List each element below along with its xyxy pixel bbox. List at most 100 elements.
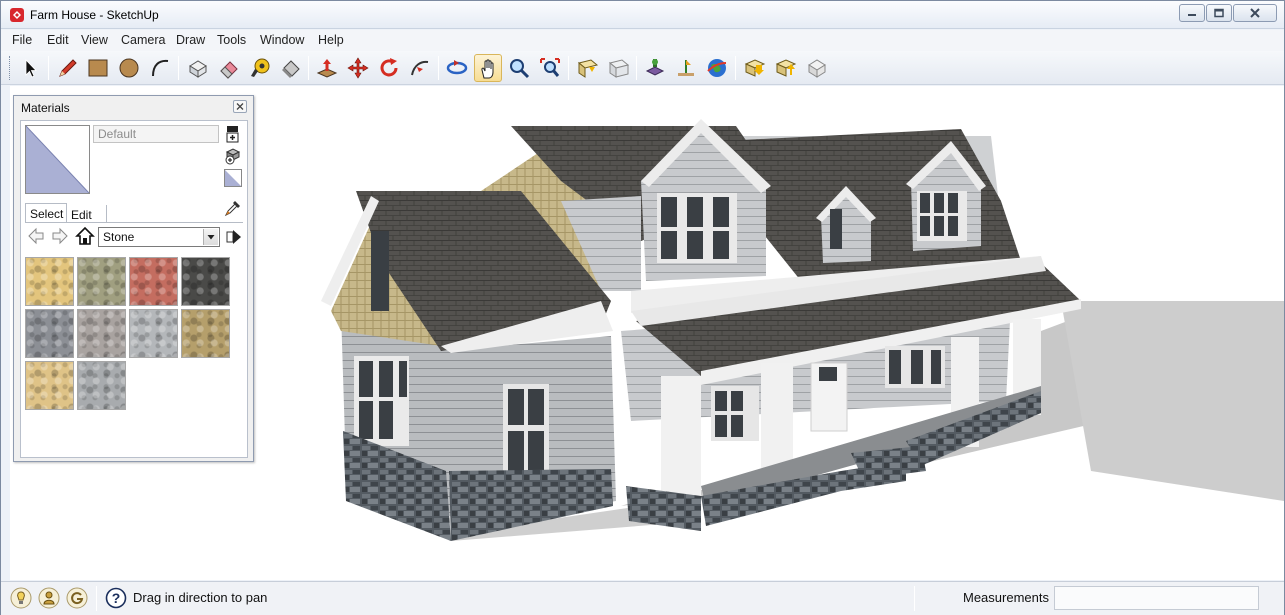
measurements-label: Measurements bbox=[963, 590, 1049, 605]
maximize-button[interactable] bbox=[1206, 4, 1232, 22]
pencil-tool-button[interactable] bbox=[53, 54, 81, 82]
material-swatch[interactable] bbox=[77, 361, 126, 410]
material-preview bbox=[25, 125, 90, 194]
add-location-button[interactable] bbox=[641, 54, 669, 82]
instructor-button[interactable]: ? bbox=[105, 587, 127, 609]
help-question-icon: ? bbox=[105, 587, 127, 609]
component-icon bbox=[189, 60, 207, 78]
zoom-tool-button[interactable] bbox=[505, 54, 533, 82]
paint-bucket-icon bbox=[282, 60, 300, 78]
terrain-icon bbox=[678, 60, 694, 76]
extension-warehouse-button[interactable] bbox=[803, 54, 831, 82]
menu-view[interactable]: View bbox=[81, 33, 108, 47]
materials-panel: Materials Select Edit bbox=[13, 95, 254, 462]
credits-button[interactable] bbox=[38, 587, 60, 609]
create-material-button[interactable] bbox=[225, 125, 245, 145]
main-toolbar bbox=[1, 51, 1284, 85]
menu-tools[interactable]: Tools bbox=[217, 33, 246, 47]
rotate-tool-button[interactable] bbox=[375, 54, 403, 82]
make-component-button[interactable] bbox=[184, 54, 212, 82]
in-model-button[interactable] bbox=[75, 226, 95, 249]
material-swatch[interactable] bbox=[181, 309, 230, 358]
follow-me-icon bbox=[411, 60, 429, 76]
orbit-icon bbox=[446, 60, 468, 75]
minimize-icon bbox=[1188, 14, 1196, 16]
circle-tool-button[interactable] bbox=[115, 54, 143, 82]
menu-window[interactable]: Window bbox=[260, 33, 304, 47]
google-earth-icon bbox=[707, 59, 727, 77]
menu-help[interactable]: Help bbox=[318, 33, 344, 47]
restore-icon bbox=[1214, 8, 1224, 18]
menu-edit[interactable]: Edit bbox=[47, 33, 69, 47]
tab-edit[interactable]: Edit bbox=[69, 205, 107, 223]
close-icon bbox=[1250, 8, 1260, 18]
share-component-button[interactable] bbox=[772, 54, 800, 82]
measurements-field[interactable] bbox=[1054, 586, 1259, 610]
default-material-button[interactable] bbox=[224, 169, 244, 189]
orbit-tool-button[interactable] bbox=[443, 54, 471, 82]
eyedropper-icon bbox=[224, 201, 240, 217]
get-models-button[interactable] bbox=[574, 54, 602, 82]
status-hint: Drag in direction to pan bbox=[133, 590, 268, 605]
sample-paint-button[interactable] bbox=[224, 199, 244, 219]
zoom-extents-button[interactable] bbox=[536, 54, 564, 82]
move-tool-button[interactable] bbox=[344, 54, 372, 82]
details-arrow-icon bbox=[226, 230, 241, 244]
details-button[interactable] bbox=[225, 227, 243, 250]
materials-close-button[interactable] bbox=[233, 100, 247, 113]
rectangle-tool-button[interactable] bbox=[84, 54, 112, 82]
add-to-model-button[interactable] bbox=[224, 147, 244, 167]
pan-tool-button[interactable] bbox=[474, 54, 502, 82]
push-pull-button[interactable] bbox=[313, 54, 341, 82]
svg-text:?: ? bbox=[112, 590, 121, 606]
tape-measure-icon bbox=[251, 58, 270, 77]
arc-tool-button[interactable] bbox=[146, 54, 174, 82]
rotate-icon bbox=[380, 58, 398, 77]
tape-measure-button[interactable] bbox=[246, 54, 274, 82]
geo-location-button[interactable] bbox=[10, 587, 32, 609]
house-icon bbox=[75, 226, 95, 245]
back-arrow-icon bbox=[28, 227, 44, 245]
menu-file[interactable]: File bbox=[12, 33, 32, 47]
zoom-extents-icon bbox=[540, 58, 560, 77]
add-to-model-icon bbox=[225, 148, 241, 165]
toolbar-grip[interactable] bbox=[9, 56, 12, 80]
extension-icon bbox=[808, 59, 826, 78]
back-button[interactable] bbox=[27, 227, 45, 248]
default-material-icon bbox=[224, 169, 242, 187]
material-swatch[interactable] bbox=[77, 257, 126, 306]
sketchup-window: Farm House - SketchUp File Edit View Cam… bbox=[0, 0, 1285, 615]
menu-draw[interactable]: Draw bbox=[176, 33, 205, 47]
material-swatch[interactable] bbox=[129, 257, 178, 306]
forward-button[interactable] bbox=[51, 227, 69, 248]
share-model-icon bbox=[608, 59, 630, 78]
material-name-field[interactable] bbox=[93, 125, 219, 143]
google-earth-button[interactable] bbox=[703, 54, 731, 82]
sign-in-button[interactable] bbox=[66, 587, 88, 609]
material-swatch[interactable] bbox=[25, 361, 74, 410]
follow-me-button[interactable] bbox=[406, 54, 434, 82]
material-swatch[interactable] bbox=[181, 257, 230, 306]
material-swatch[interactable] bbox=[129, 309, 178, 358]
minimize-button[interactable] bbox=[1179, 4, 1205, 22]
eraser-tool-button[interactable] bbox=[215, 54, 243, 82]
lightbulb-icon bbox=[10, 587, 32, 609]
material-swatch[interactable] bbox=[25, 257, 74, 306]
title-bar: Farm House - SketchUp bbox=[1, 1, 1284, 29]
paint-bucket-button[interactable] bbox=[277, 54, 305, 82]
material-swatch[interactable] bbox=[25, 309, 74, 358]
menu-camera[interactable]: Camera bbox=[121, 33, 165, 47]
menu-bar: File Edit View Camera Draw Tools Window … bbox=[1, 30, 1284, 51]
credits-person-icon bbox=[38, 587, 60, 609]
components-download-icon bbox=[744, 59, 766, 77]
tab-select[interactable]: Select bbox=[25, 203, 67, 223]
share-model-button[interactable] bbox=[605, 54, 633, 82]
select-tool-button[interactable] bbox=[16, 54, 44, 82]
toggle-terrain-button[interactable] bbox=[672, 54, 700, 82]
get-components-button[interactable] bbox=[741, 54, 769, 82]
collection-dropdown[interactable]: Stone bbox=[98, 227, 220, 247]
forward-arrow-icon bbox=[52, 227, 68, 245]
close-button[interactable] bbox=[1233, 4, 1277, 22]
material-swatch[interactable] bbox=[77, 309, 126, 358]
materials-body: Select Edit Stone bbox=[20, 120, 248, 458]
